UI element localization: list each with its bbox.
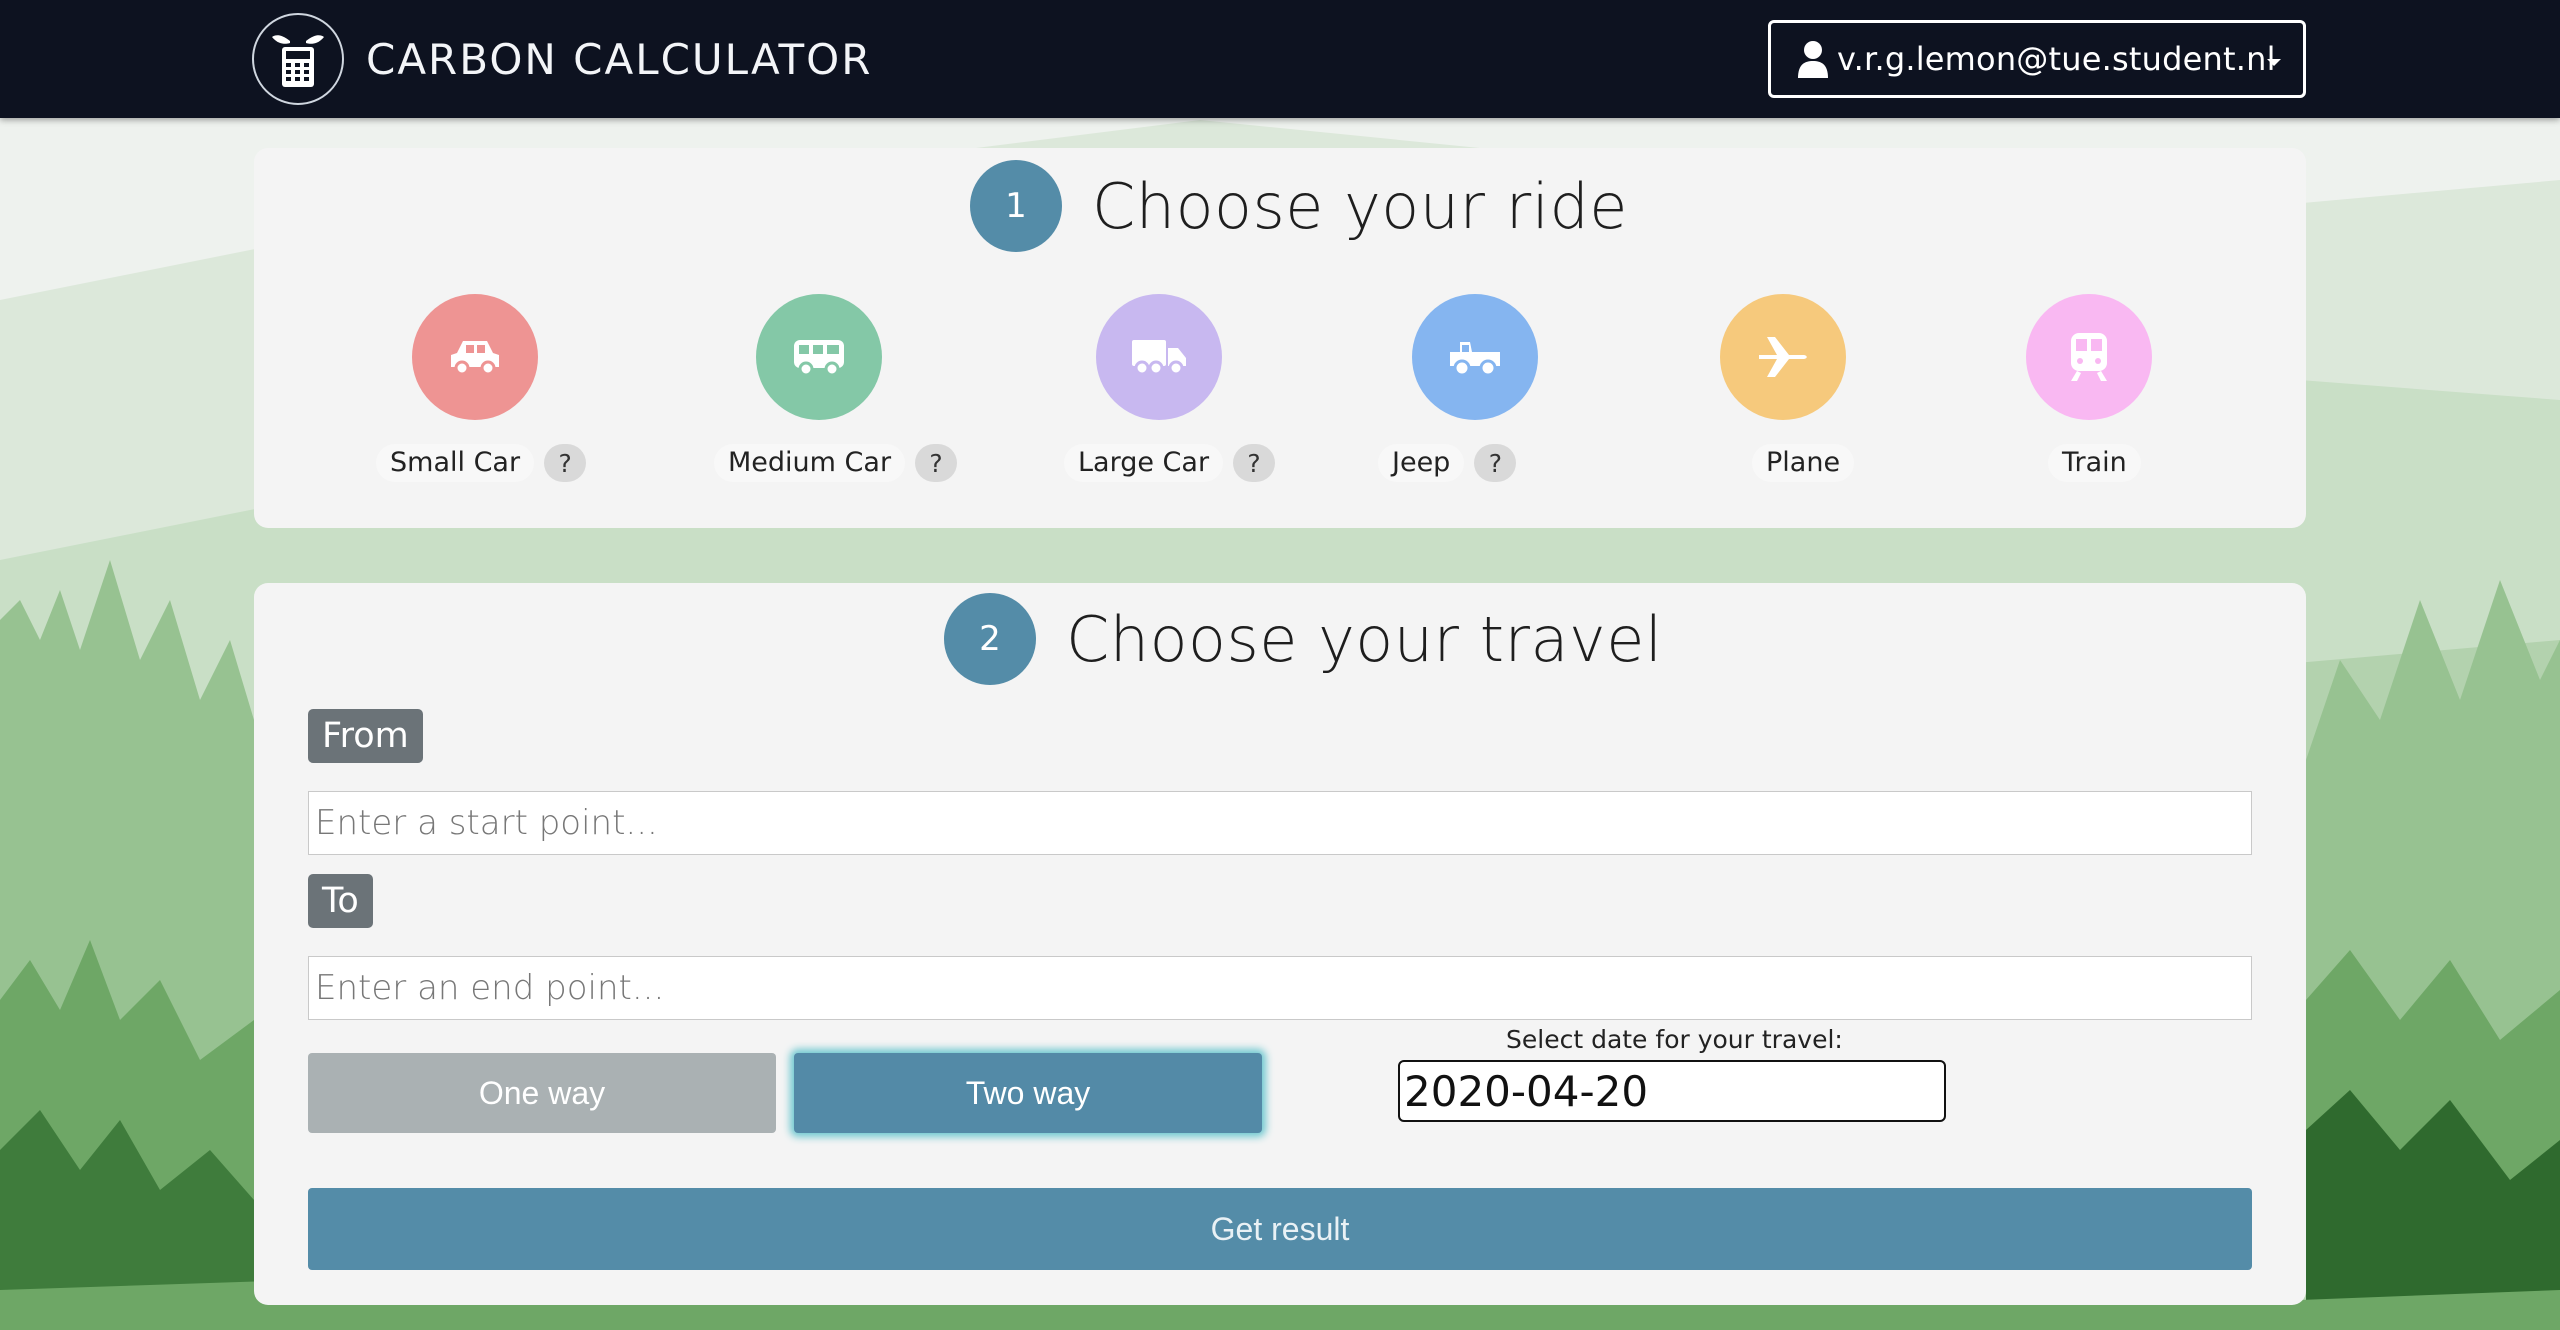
- car-icon: [451, 341, 499, 376]
- travel-date-input[interactable]: [1398, 1060, 1946, 1122]
- top-navbar: CARBON CALCULATOR v.r.g.lemon@tue.studen…: [0, 0, 2560, 118]
- step-number-badge: 2: [944, 593, 1036, 685]
- jeep-label-group: Jeep ?: [1378, 442, 1517, 484]
- vehicle-option-large-car[interactable]: Large Car ?: [1054, 294, 1314, 482]
- train-button[interactable]: [2026, 294, 2152, 420]
- vehicle-label: Medium Car: [714, 444, 906, 482]
- small-car-button[interactable]: [412, 294, 538, 420]
- train-icon: [2071, 333, 2107, 381]
- from-label: From: [308, 709, 423, 763]
- vehicle-label: Large Car: [1064, 444, 1224, 482]
- medium-car-label-group: Medium Car ?: [714, 442, 958, 484]
- travel-date-label: Select date for your travel:: [1506, 1025, 1843, 1054]
- choose-travel-title: Choose your travel: [1066, 602, 1663, 676]
- user-icon: [1798, 41, 1828, 78]
- choose-ride-header: 1 Choose your ride: [970, 160, 1628, 252]
- vehicle-option-jeep[interactable]: Jeep ?: [1374, 294, 1634, 482]
- jeep-icon: [1450, 342, 1500, 377]
- plane-icon: [1759, 337, 1807, 377]
- step-number-badge: 1: [970, 160, 1062, 252]
- help-button[interactable]: ?: [544, 444, 587, 482]
- large-car-label-group: Large Car ?: [1064, 442, 1276, 484]
- end-point-input[interactable]: [308, 956, 2252, 1020]
- caret-down-icon: [2267, 59, 2281, 66]
- brand[interactable]: CARBON CALCULATOR: [252, 12, 872, 106]
- one-way-button[interactable]: One way: [308, 1053, 776, 1133]
- jeep-button[interactable]: [1412, 294, 1538, 420]
- choose-ride-title: Choose your ride: [1092, 169, 1628, 243]
- vehicle-label: Train: [2048, 444, 2141, 482]
- truck-icon: [1132, 340, 1186, 376]
- train-label-group: Train: [2048, 442, 2141, 484]
- calculator-leaf-logo-icon: [252, 13, 344, 105]
- get-result-button[interactable]: Get result: [308, 1188, 2252, 1270]
- van-icon: [794, 340, 844, 377]
- choose-ride-card: 1 Choose your ride Small Car ? Medium Ca…: [254, 148, 2306, 528]
- vehicle-option-train[interactable]: Train: [1980, 294, 2240, 482]
- user-menu-dropdown[interactable]: v.r.g.lemon@tue.student.nl: [1768, 20, 2306, 98]
- small-car-label-group: Small Car ?: [376, 442, 587, 484]
- medium-car-button[interactable]: [756, 294, 882, 420]
- start-point-input[interactable]: [308, 791, 2252, 855]
- to-label: To: [308, 874, 373, 928]
- choose-travel-card: 2 Choose your travel From To One way Two…: [254, 583, 2306, 1305]
- vehicle-option-plane[interactable]: Plane: [1674, 294, 1934, 482]
- help-button[interactable]: ?: [1474, 444, 1517, 482]
- app-title: CARBON CALCULATOR: [366, 34, 873, 84]
- user-email: v.r.g.lemon@tue.student.nl: [1837, 40, 2276, 78]
- vehicle-label: Jeep: [1378, 444, 1465, 482]
- help-button[interactable]: ?: [915, 444, 958, 482]
- vehicle-label: Small Car: [376, 444, 535, 482]
- two-way-button[interactable]: Two way: [794, 1053, 1262, 1133]
- help-button[interactable]: ?: [1233, 444, 1276, 482]
- large-car-button[interactable]: [1096, 294, 1222, 420]
- choose-travel-header: 2 Choose your travel: [944, 593, 1663, 685]
- plane-label-group: Plane: [1752, 442, 1855, 484]
- vehicle-option-medium-car[interactable]: Medium Car ?: [714, 294, 974, 482]
- vehicle-option-small-car[interactable]: Small Car ?: [374, 294, 634, 482]
- plane-button[interactable]: [1720, 294, 1846, 420]
- vehicle-label: Plane: [1752, 444, 1855, 482]
